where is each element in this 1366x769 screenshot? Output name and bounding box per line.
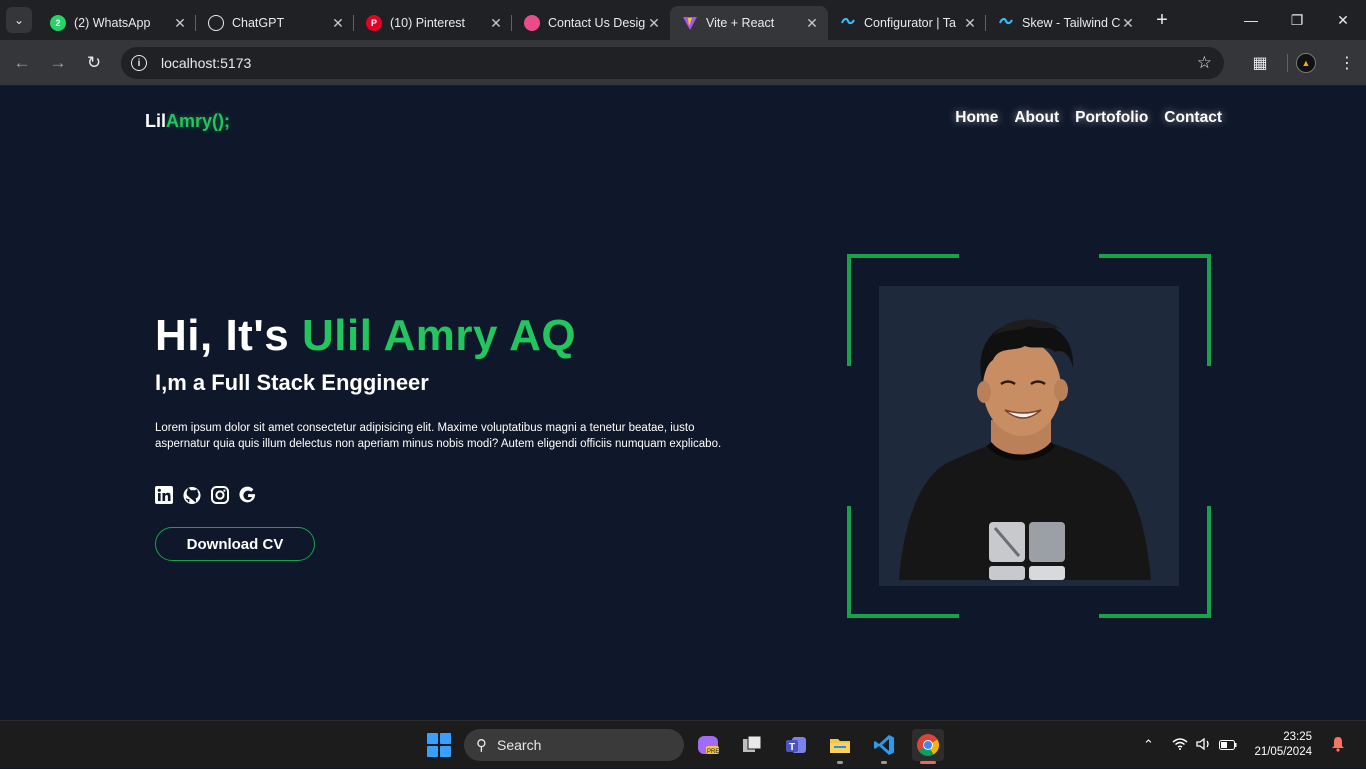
chrome-icon[interactable]: [912, 729, 944, 764]
volume-icon[interactable]: [1192, 737, 1216, 754]
profile-avatar-icon[interactable]: ▲: [1296, 53, 1316, 73]
tab-strip: 2 (2) WhatsApp ✕ ChatGPT ✕ P (10) Pinter…: [38, 0, 1176, 40]
address-bar[interactable]: i localhost:5173 ☆: [121, 47, 1224, 79]
main-nav: Home About Portofolio Contact: [955, 109, 1222, 127]
running-indicator: [920, 761, 936, 764]
nav-about[interactable]: About: [1014, 109, 1059, 127]
site-logo[interactable]: LilAmry();: [145, 111, 230, 132]
tab-dribbble[interactable]: Contact Us Desig ✕: [512, 6, 670, 40]
profile-photo: [879, 286, 1179, 586]
restore-icon[interactable]: ❐: [1274, 0, 1320, 40]
close-tab-icon[interactable]: ✕: [962, 15, 978, 32]
instagram-icon[interactable]: [211, 486, 229, 504]
tab-search-chevron-icon[interactable]: ⌄: [6, 7, 32, 33]
tab-configurator[interactable]: Configurator | Ta ✕: [828, 6, 986, 40]
windows-taskbar: ⚲ Search PRE T ⌃ 23:25 21/05/2024: [0, 720, 1366, 768]
extensions-icon[interactable]: ▦: [1241, 53, 1279, 73]
github-icon[interactable]: [183, 486, 201, 504]
hero-greeting: Hi, It's: [155, 311, 302, 360]
svg-text:T: T: [789, 742, 795, 753]
close-tab-icon[interactable]: ✕: [488, 15, 504, 32]
forward-arrow-icon[interactable]: →: [40, 45, 76, 81]
browser-tab-bar: ⌄ 2 (2) WhatsApp ✕ ChatGPT ✕ P (10) Pint…: [0, 0, 1366, 40]
tab-whatsapp[interactable]: 2 (2) WhatsApp ✕: [38, 6, 196, 40]
tab-chatgpt[interactable]: ChatGPT ✕: [196, 6, 354, 40]
dribbble-icon: [524, 15, 540, 31]
site-info-icon[interactable]: i: [131, 55, 147, 71]
profile-photo-frame: [847, 254, 1211, 618]
file-explorer-icon[interactable]: [824, 729, 856, 764]
close-tab-icon[interactable]: ✕: [646, 15, 662, 32]
battery-icon[interactable]: [1216, 738, 1240, 753]
hero-name: Ulil Amry AQ: [301, 311, 577, 360]
close-tab-icon[interactable]: ✕: [1120, 15, 1136, 32]
svg-text:PRE: PRE: [707, 749, 719, 755]
system-tray: ⌃ 23:25 21/05/2024: [1136, 721, 1366, 769]
chevron-up-icon[interactable]: ⌃: [1136, 737, 1160, 753]
clock-time: 23:25: [1283, 731, 1312, 743]
search-icon: ⚲: [476, 737, 487, 754]
notification-bell-icon[interactable]: [1326, 736, 1350, 755]
tab-vite-react[interactable]: Vite + React ✕: [670, 6, 828, 40]
tailwind-icon: [998, 15, 1014, 31]
tailwind-icon: [840, 15, 856, 31]
windows-start-icon[interactable]: [427, 733, 451, 757]
toolbar-divider: [1287, 54, 1288, 72]
minimize-icon[interactable]: —: [1228, 0, 1274, 40]
close-tab-icon[interactable]: ✕: [804, 15, 820, 32]
bookmark-star-icon[interactable]: ☆: [1197, 53, 1212, 73]
web-page: LilAmry(); Home About Portofolio Contact…: [0, 87, 1366, 720]
close-tab-icon[interactable]: ✕: [172, 15, 188, 32]
wifi-icon[interactable]: [1168, 737, 1192, 753]
menu-kebab-icon[interactable]: ⋮: [1328, 53, 1366, 73]
nav-contact[interactable]: Contact: [1164, 109, 1222, 127]
toolbar-right: ▦ ▲ ⋮: [1241, 40, 1366, 86]
whatsapp-icon: 2: [50, 15, 66, 31]
vite-icon: [682, 15, 698, 31]
copilot-icon[interactable]: PRE: [692, 729, 724, 761]
nav-portofolio[interactable]: Portofolio: [1075, 109, 1148, 127]
new-tab-button[interactable]: +: [1148, 6, 1176, 34]
running-indicator: [881, 761, 887, 764]
teams-icon[interactable]: T: [780, 729, 812, 761]
tab-title: Skew - Tailwind C: [1022, 16, 1120, 30]
close-tab-icon[interactable]: ✕: [330, 15, 346, 32]
logo-part1: Lil: [145, 111, 166, 131]
taskbar-search[interactable]: ⚲ Search: [464, 729, 684, 761]
pinterest-icon: P: [366, 15, 382, 31]
google-icon[interactable]: [239, 486, 257, 504]
clock-date: 21/05/2024: [1254, 746, 1312, 758]
tab-title: (10) Pinterest: [390, 16, 466, 30]
vscode-icon[interactable]: [868, 729, 900, 764]
tab-pinterest[interactable]: P (10) Pinterest ✕: [354, 6, 512, 40]
url-text[interactable]: localhost:5173: [161, 55, 251, 71]
tab-title: Contact Us Desig: [548, 16, 646, 30]
download-cv-button[interactable]: Download CV: [155, 527, 315, 561]
nav-home[interactable]: Home: [955, 109, 998, 127]
window-controls: — ❐ ✕: [1228, 0, 1366, 40]
task-view-icon[interactable]: [736, 729, 768, 761]
hero-title: Hi, It's Ulil Amry AQ: [155, 311, 576, 361]
taskbar-search-label: Search: [497, 737, 542, 753]
tab-title: ChatGPT: [232, 16, 285, 30]
logo-part2: Amry();: [166, 111, 231, 131]
tab-skew-tailwind[interactable]: Skew - Tailwind C ✕: [986, 6, 1144, 40]
tab-title: Vite + React: [706, 16, 775, 30]
back-arrow-icon[interactable]: ←: [4, 45, 40, 81]
linkedin-icon[interactable]: [155, 486, 173, 504]
tab-title: Configurator | Ta: [864, 16, 956, 30]
hero-description: Lorem ipsum dolor sit amet consectetur a…: [155, 422, 722, 450]
reload-icon[interactable]: ↻: [76, 45, 112, 81]
chatgpt-icon: [208, 15, 224, 31]
running-indicator: [837, 761, 843, 764]
taskbar-clock[interactable]: 23:25 21/05/2024: [1254, 730, 1312, 760]
close-window-icon[interactable]: ✕: [1320, 0, 1366, 40]
tab-title: (2) WhatsApp: [74, 16, 151, 30]
social-links: [155, 486, 257, 504]
browser-toolbar: ← → ↻ i localhost:5173 ☆ ▦ ▲ ⋮: [0, 40, 1366, 86]
hero-subtitle: I,m a Full Stack Enggineer: [155, 370, 429, 395]
